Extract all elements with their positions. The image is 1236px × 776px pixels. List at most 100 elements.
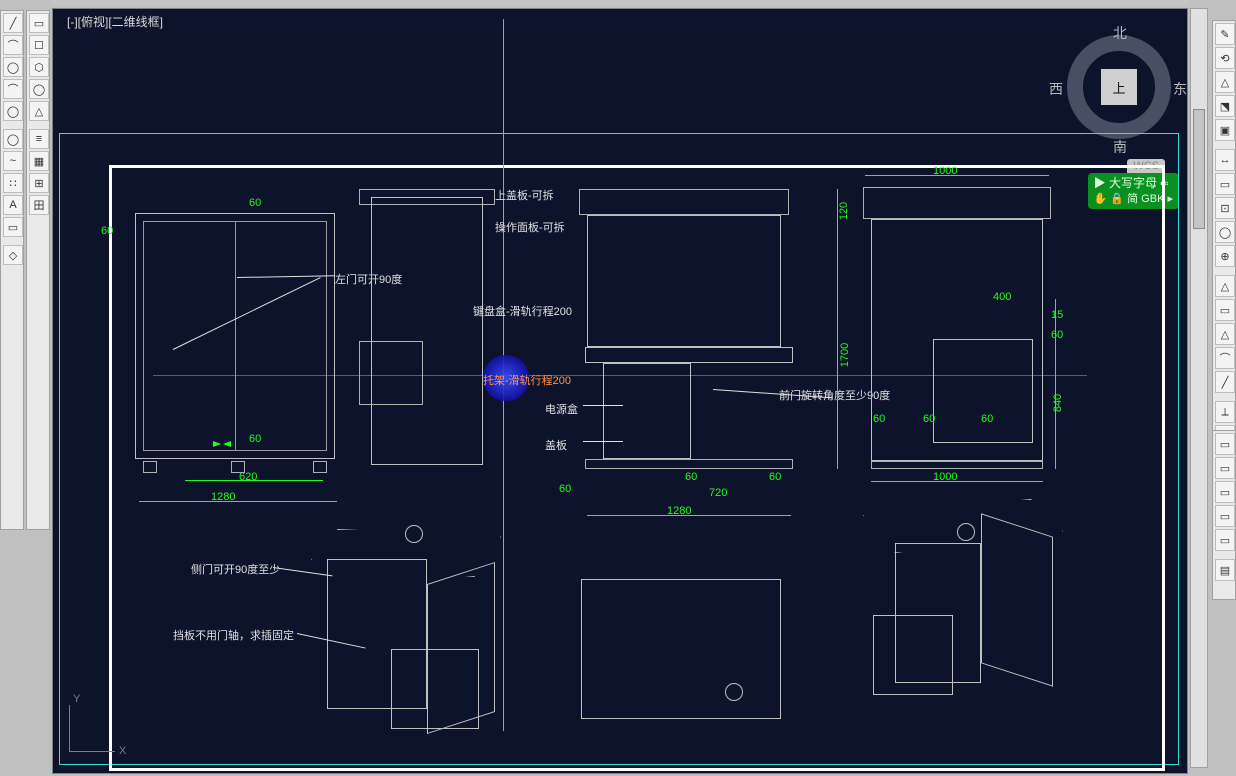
draw-tool-9[interactable]: ▭	[3, 217, 23, 237]
draw-tool-7[interactable]: ∷	[3, 173, 23, 193]
vertical-scrollbar[interactable]	[1190, 8, 1208, 768]
layer-tool-4[interactable]: ▭	[1215, 529, 1235, 551]
axis-y-label: Y	[73, 693, 80, 705]
modify-tool-3[interactable]: ⬔	[1215, 95, 1235, 117]
draw2-tool-5[interactable]: ≡	[29, 129, 49, 149]
dim-text: 60	[1051, 329, 1063, 341]
model-viewport[interactable]: [-][俯视][二维线框] 上 北 南 东 西 WCS ▶ 大写字母 ▪▫ ✋ …	[52, 8, 1188, 774]
view4-cabinet	[933, 339, 1033, 443]
viewcube-east[interactable]: 东	[1173, 79, 1187, 99]
view3-base	[585, 459, 793, 469]
knob	[725, 683, 743, 701]
view3-desk	[585, 347, 793, 363]
dim-text: 60	[873, 413, 885, 425]
draw-tool-8[interactable]: A	[3, 195, 23, 215]
modify-tool-0[interactable]: ✎	[1215, 23, 1235, 45]
dim-text: 60	[769, 471, 781, 483]
draw2-tool-1[interactable]: ☐	[29, 35, 49, 55]
draw-tool-6[interactable]: ~	[3, 151, 23, 171]
draw2-tool-7[interactable]: ⊞	[29, 173, 49, 193]
note-kb-tray: 键盘盒-滑轨行程200	[473, 303, 572, 319]
layer-tool-3[interactable]: ▭	[1215, 505, 1235, 527]
draw-tool-4[interactable]: ◯	[3, 101, 23, 121]
dim-text: 1280	[211, 491, 235, 503]
dim-arrow	[213, 441, 221, 447]
dim-arrow	[223, 441, 231, 447]
axis-x-label: X	[119, 745, 126, 757]
modify-tool-5[interactable]: ↔	[1215, 149, 1235, 171]
view1-caster	[313, 461, 327, 473]
dim-text: 60	[923, 413, 935, 425]
dim-text: 60	[249, 433, 261, 445]
view2-drawer	[359, 341, 423, 405]
dim-text: 60	[685, 471, 697, 483]
dim-text: 1700	[839, 343, 851, 367]
modify-tool-1[interactable]: ⟲	[1215, 47, 1235, 69]
dim-text: 840	[1052, 394, 1064, 412]
top-strip	[52, 0, 1188, 6]
viewport-label: [-][俯视][二维线框]	[67, 13, 163, 30]
modify-tool-7[interactable]: ⊡	[1215, 197, 1235, 219]
draw-tool-2[interactable]: ◯	[3, 57, 23, 77]
view4-base	[871, 461, 1043, 469]
note-top-cover: 上盖板-可拆	[495, 187, 554, 203]
draw-tool-1[interactable]: ⌒	[3, 35, 23, 55]
modify-tool-6[interactable]: ▭	[1215, 173, 1235, 195]
scroll-thumb[interactable]	[1193, 109, 1205, 229]
viewcube-north[interactable]: 北	[1113, 23, 1127, 43]
modify-tool-12[interactable]: △	[1215, 323, 1235, 345]
viewcube-top[interactable]: 上	[1101, 69, 1137, 105]
modify-tool-15[interactable]: ⟂	[1215, 401, 1235, 423]
note-support: 托架-滑轨行程200	[483, 372, 571, 388]
dim-text: 60	[981, 413, 993, 425]
draw-tool-10[interactable]: ◇	[3, 245, 23, 265]
modify-tool-2[interactable]: △	[1215, 71, 1235, 93]
note-cover: 盖板	[545, 437, 567, 453]
layer-tool-0[interactable]: ▭	[1215, 433, 1235, 455]
view2-body	[371, 197, 483, 465]
draw-tool-0[interactable]: ╱	[3, 13, 23, 33]
knob	[405, 525, 423, 543]
draw2-tool-0[interactable]: ▭	[29, 13, 49, 33]
layer-tool-1[interactable]: ▭	[1215, 457, 1235, 479]
dim-text: 1000	[933, 165, 957, 177]
leader	[583, 441, 623, 442]
leader	[583, 405, 623, 406]
modify-tool-13[interactable]: ⌒	[1215, 347, 1235, 369]
draw2-tool-3[interactable]: ◯	[29, 79, 49, 99]
view3-cabinet	[603, 363, 691, 459]
draw2-tool-6[interactable]: ▦	[29, 151, 49, 171]
draw-tool-3[interactable]: ⌒	[3, 79, 23, 99]
modify-tool-9[interactable]: ⊕	[1215, 245, 1235, 267]
layer-tool-2[interactable]: ▭	[1215, 481, 1235, 503]
note-side-door: 侧门可开90度至少	[191, 561, 280, 577]
dim-line	[139, 501, 337, 502]
draw2-tool-4[interactable]: △	[29, 101, 49, 121]
viewcube[interactable]: 上 北 南 东 西	[1059, 27, 1179, 147]
note-latch: 挡板不用门轴，求插固定	[173, 627, 294, 643]
view1-caster	[143, 461, 157, 473]
modify-tool-8[interactable]: ◯	[1215, 221, 1235, 243]
dim-text: 120	[838, 202, 850, 220]
knob	[957, 523, 975, 541]
modify-tool-14[interactable]: ╱	[1215, 371, 1235, 393]
iso-view-2	[581, 579, 781, 729]
layer-tool-5[interactable]: ▤	[1215, 559, 1235, 581]
dim-line	[1055, 299, 1056, 469]
dim-text: 1280	[667, 505, 691, 517]
dim-text: 400	[993, 291, 1011, 303]
viewcube-west[interactable]: 西	[1049, 79, 1063, 99]
dim-text: 620	[239, 471, 257, 483]
view3-hood	[579, 189, 789, 215]
layer-toolbar: ▭▭▭▭▭▤	[1212, 430, 1236, 600]
draw-tool-5[interactable]: ◯	[3, 129, 23, 149]
draw2-tool-2[interactable]: ⬡	[29, 57, 49, 77]
modify-tool-11[interactable]: ▭	[1215, 299, 1235, 321]
modify-tool-4[interactable]: ▣	[1215, 119, 1235, 141]
draw2-tool-8[interactable]: 田	[29, 195, 49, 215]
dim-text: 60	[559, 483, 571, 495]
view3-screen	[587, 215, 781, 347]
modify-tool-10[interactable]: △	[1215, 275, 1235, 297]
iso-view-1	[291, 529, 521, 759]
dim-line	[837, 189, 838, 469]
